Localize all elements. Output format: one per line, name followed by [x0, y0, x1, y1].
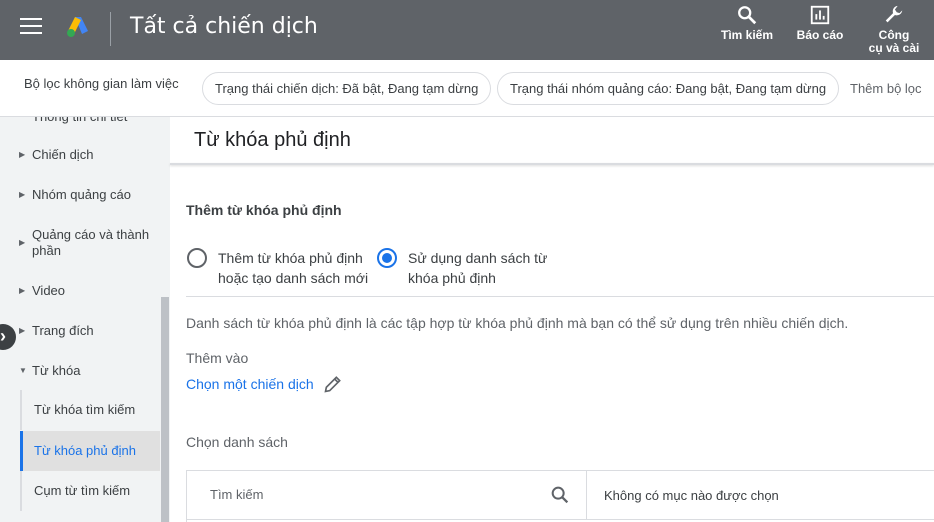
sidebar-item-negative-keywords[interactable]: Từ khóa phủ định [20, 431, 160, 471]
picker-divider [187, 519, 934, 520]
sidebar-item-insights[interactable]: Thông tin chi tiết [0, 117, 160, 125]
radio-label-line2: hoặc tạo danh sách mới [218, 270, 369, 286]
page-title: Tất cả chiến dịch [130, 14, 318, 39]
search-icon[interactable] [549, 484, 571, 506]
sidebar-item-search-keywords[interactable]: Từ khóa tìm kiếm [20, 390, 160, 430]
add-to-label: Thêm vào [186, 350, 249, 366]
radio-label-line2: khóa phủ định [408, 270, 496, 286]
radio-label-line1: Thêm từ khóa phủ định [218, 250, 363, 266]
header-divider [110, 12, 111, 46]
search-tool-label: Tìm kiếm [720, 28, 774, 42]
chevron-right-icon: ▶ [19, 326, 26, 335]
no-selection-text: Không có mục nào được chọn [604, 488, 779, 503]
radio-unchecked-icon [187, 248, 207, 268]
sidebar-item-landing-pages[interactable]: ▶ Trang đích [0, 323, 160, 339]
search-input-placeholder[interactable]: Tìm kiếm [210, 487, 263, 502]
sidebar-item-ads-assets[interactable]: ▶ Quảng cáo và thành phần [0, 227, 160, 259]
pencil-icon[interactable] [323, 374, 343, 394]
tools-label-line2: cụ và cài [868, 41, 920, 55]
radio-add-keywords-or-new-list[interactable]: Thêm từ khóa phủ định hoặc tạo danh sách… [187, 248, 368, 288]
search-tool-button[interactable]: Tìm kiếm [720, 4, 774, 42]
chevron-right-icon: ▶ [19, 150, 26, 159]
main-panel: Từ khóa phủ định Thêm từ khóa phủ định T… [170, 117, 934, 522]
sidebar-item-search-terms[interactable]: Cụm từ tìm kiếm [20, 471, 160, 511]
add-negative-keywords-heading: Thêm từ khóa phủ định [186, 202, 342, 218]
list-search-field[interactable]: Tìm kiếm [187, 471, 587, 519]
radio-label-line1: Sử dụng danh sách từ [408, 250, 548, 266]
chevron-right-icon: ▶ [19, 238, 26, 247]
radio-checked-icon [377, 248, 397, 268]
section-divider [186, 296, 934, 297]
list-picker: Tìm kiếm Không có mục nào được chọn [186, 470, 934, 522]
sidebar-item-video[interactable]: ▶ Video [0, 283, 160, 299]
chevron-right-icon: ▶ [19, 286, 26, 295]
section-page-title: Từ khóa phủ định [194, 129, 351, 151]
report-icon [810, 5, 830, 25]
google-ads-logo[interactable] [66, 16, 90, 43]
radio-use-negative-keyword-list[interactable]: Sử dụng danh sách từ khóa phủ định [377, 248, 547, 288]
sidebar-scrollbar[interactable] [161, 297, 169, 522]
search-icon [738, 6, 757, 25]
sidebar-item-keywords[interactable]: ▼ Từ khóa [0, 363, 160, 379]
sidebar-item-campaigns[interactable]: ▶ Chiến dịch [0, 147, 160, 163]
top-header: Tất cả chiến dịch Tìm kiếm Báo cáo Công … [0, 0, 934, 60]
reports-tool-button[interactable]: Báo cáo [794, 4, 846, 42]
title-divider [170, 163, 934, 165]
add-filter-button[interactable]: Thêm bộ lọc [850, 81, 922, 96]
chevron-down-icon: ▼ [19, 366, 27, 375]
menu-icon[interactable] [20, 18, 42, 38]
sidebar-item-label: Thông tin chi tiết [0, 117, 160, 125]
list-description: Danh sách từ khóa phủ định là các tập hợ… [186, 315, 849, 331]
choose-list-label: Chọn danh sách [186, 434, 288, 450]
workspace-filter-bar: Bộ lọc không gian làm việc Trạng thái ch… [0, 60, 934, 117]
tools-settings-button[interactable]: Công cụ và cài [864, 4, 924, 55]
campaign-status-filter-chip[interactable]: Trạng thái chiến dịch: Đã bật, Đang tạm … [202, 72, 492, 105]
sidebar-nav: Thông tin chi tiết ▶ Chiến dịch ▶ Nhóm q… [0, 117, 170, 522]
chevron-right-icon: ▶ [19, 190, 26, 199]
reports-tool-label: Báo cáo [796, 28, 844, 42]
wrench-icon [885, 5, 903, 23]
workspace-filter-label: Bộ lọc không gian làm việc [24, 76, 179, 91]
sidebar-item-adgroups[interactable]: ▶ Nhóm quảng cáo [0, 187, 160, 203]
adgroup-status-filter-chip[interactable]: Trạng thái nhóm quảng cáo: Đang bật, Đan… [497, 72, 840, 105]
choose-campaign-link[interactable]: Chọn một chiến dịch [186, 376, 314, 392]
